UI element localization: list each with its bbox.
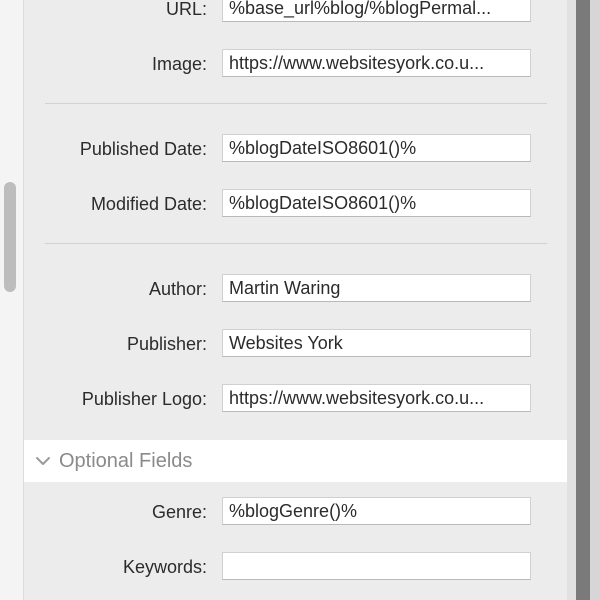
image-row: Image: https://www.websitesyork.co.u... [24,49,567,79]
genre-field[interactable]: %blogGenre()% [222,497,531,525]
author-row: Author: Martin Waring [24,274,567,304]
left-scroll-thumb[interactable] [4,182,16,292]
published-date-row: Published Date: %blogDateISO8601()% [24,134,567,164]
right-edge [590,0,600,600]
divider [45,243,547,244]
published-date-field[interactable]: %blogDateISO8601()% [222,134,531,162]
publisher-logo-row: Publisher Logo: https://www.websitesyork… [24,384,567,414]
publisher-field[interactable]: Websites York [222,329,531,357]
chevron-down-icon[interactable] [34,452,52,470]
author-label: Author: [148,279,207,299]
optional-fields-title: Optional Fields [59,450,193,472]
url-label: URL: [165,0,207,19]
modified-date-row: Modified Date: %blogDateISO8601()% [24,189,567,219]
genre-label: Genre: [151,502,207,522]
divider [45,103,547,104]
keywords-row: Keywords: [24,552,567,582]
inspector-window: URL: %base_url%blog/%blogPermal... Image… [0,0,600,600]
author-field[interactable]: Martin Waring [222,274,531,302]
publisher-label: Publisher: [126,334,207,354]
publisher-logo-field[interactable]: https://www.websitesyork.co.u... [222,384,531,412]
published-date-label: Published Date: [79,139,207,159]
image-label: Image: [151,54,207,74]
optional-fields-header[interactable]: Optional Fields [24,440,567,482]
publisher-logo-label: Publisher Logo: [81,389,207,409]
right-scrollbar[interactable] [576,0,590,600]
url-field[interactable]: %base_url%blog/%blogPermal... [222,0,531,22]
modified-date-label: Modified Date: [90,194,207,214]
left-scroll-track[interactable] [0,0,24,600]
keywords-field[interactable] [222,552,531,580]
keywords-label: Keywords: [122,557,207,577]
publisher-row: Publisher: Websites York [24,329,567,359]
right-rail [567,0,576,600]
schema-form-panel: URL: %base_url%blog/%blogPermal... Image… [24,0,567,600]
modified-date-field[interactable]: %blogDateISO8601()% [222,189,531,217]
genre-row: Genre: %blogGenre()% [24,497,567,527]
url-row: URL: %base_url%blog/%blogPermal... [24,0,567,24]
image-field[interactable]: https://www.websitesyork.co.u... [222,49,531,77]
